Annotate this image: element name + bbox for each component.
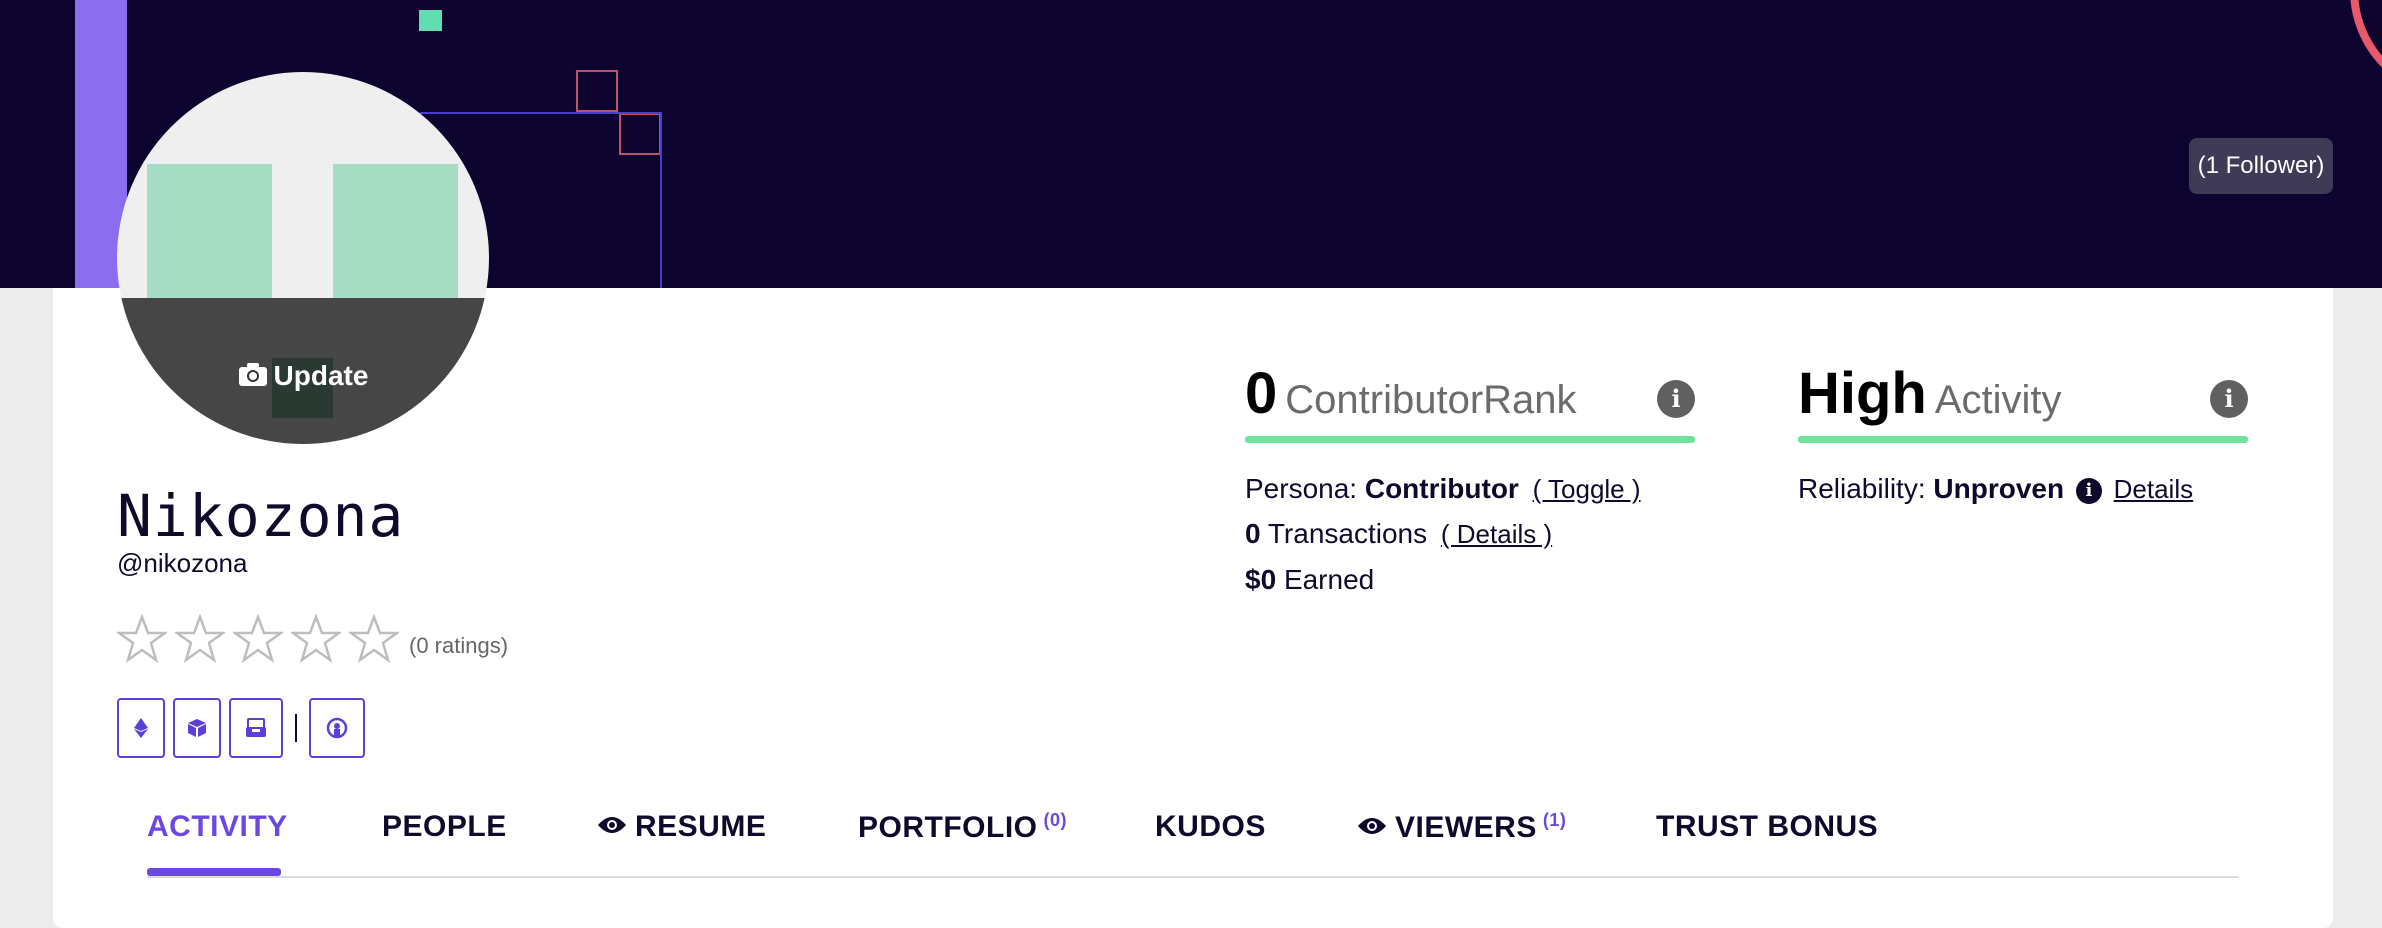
active-tab-indicator	[147, 868, 281, 876]
info-icon[interactable]: i	[1657, 380, 1695, 418]
banner-square-green	[419, 10, 442, 31]
tab-label: VIEWERS	[1395, 811, 1537, 844]
star-icon[interactable]	[175, 614, 225, 664]
inbox-button[interactable]	[229, 698, 283, 758]
avatar-pattern	[147, 164, 272, 298]
earned-row: $0 Earned	[1245, 564, 1374, 596]
tab-label: TRUST BONUS	[1656, 810, 1879, 843]
contributor-rank-bar	[1245, 436, 1695, 443]
ratings-count: (0 ratings)	[409, 633, 509, 658]
profile-handle: @nikozona	[117, 548, 248, 578]
profile-name: Nikozona	[117, 482, 405, 550]
tab-label: RESUME	[635, 810, 767, 843]
tab-label: ACTIVITY	[147, 810, 288, 843]
transactions-details-link[interactable]: ( Details )	[1441, 519, 1552, 549]
contributor-rank: 0 ContributorRank i	[1245, 360, 1695, 443]
star-icon[interactable]	[233, 614, 283, 664]
portfolio-count: (0)	[1043, 810, 1067, 830]
inbox-icon	[246, 718, 266, 737]
info-icon[interactable]: i	[2210, 380, 2248, 418]
earned-label: Earned	[1283, 564, 1375, 595]
transactions-row: 0 Transactions ( Details )	[1245, 518, 1552, 550]
star-rating[interactable]: (0 ratings)	[117, 614, 508, 664]
banner-line	[420, 112, 662, 114]
activity-level-bar	[1798, 436, 2248, 443]
divider	[295, 714, 297, 742]
persona-toggle-link[interactable]: ( Toggle )	[1533, 474, 1641, 504]
reliability-details-link[interactable]: Details	[2114, 474, 2193, 504]
camera-icon	[238, 361, 268, 394]
avatar-pattern	[272, 224, 333, 284]
tab-viewers[interactable]: VIEWERS (1)	[1357, 810, 1566, 845]
tab-label: PORTFOLIO	[858, 811, 1038, 844]
tab-activity[interactable]: ACTIVITY	[147, 810, 288, 876]
avatar[interactable]: Update	[117, 72, 489, 444]
transactions-label: Transactions	[1267, 518, 1428, 549]
follower-count-badge[interactable]: (1 Follower)	[2189, 138, 2333, 194]
activity-level-value: High	[1798, 361, 1927, 426]
eye-icon	[1357, 810, 1387, 844]
viewers-count: (1)	[1542, 810, 1567, 830]
tab-resume[interactable]: RESUME	[597, 810, 766, 844]
star-icon[interactable]	[291, 614, 341, 664]
contributor-rank-value: 0	[1245, 361, 1278, 426]
reliability-label: Reliability:	[1798, 473, 1926, 504]
banner-square-outline	[576, 70, 618, 112]
tab-kudos[interactable]: KUDOS	[1155, 810, 1266, 844]
star-icon[interactable]	[117, 614, 167, 664]
earned-value: $0	[1245, 564, 1277, 595]
profile-links	[117, 698, 365, 758]
reliability-row: Reliability: Unproven i Details	[1798, 473, 2193, 505]
banner-square-outline	[619, 113, 661, 155]
star-icon[interactable]	[349, 614, 399, 664]
activity-level-label: Activity	[1934, 378, 2062, 422]
update-label: Update	[273, 360, 369, 391]
profile-tabs: ACTIVITY PEOPLE RESUME PORTFOLIO (0) KUDO…	[147, 810, 2239, 878]
ethereum-icon	[134, 718, 148, 738]
banner-arc	[2350, 0, 2382, 100]
tab-trust-bonus[interactable]: TRUST BONUS	[1656, 810, 1878, 844]
persona-value: Contributor	[1364, 473, 1519, 504]
activity-level: High Activity i	[1798, 360, 2248, 443]
ethereum-button[interactable]	[117, 698, 165, 758]
avatar-pattern	[333, 164, 458, 298]
reliability-value: Unproven	[1933, 473, 2065, 504]
transactions-value: 0	[1245, 518, 1261, 549]
tab-portfolio[interactable]: PORTFOLIO (0)	[858, 810, 1067, 845]
info-icon[interactable]: i	[2075, 477, 2102, 504]
persona-label: Persona:	[1245, 473, 1358, 504]
update-avatar-button[interactable]: Update	[117, 360, 489, 394]
tab-label: KUDOS	[1155, 810, 1266, 843]
cube-button[interactable]	[173, 698, 221, 758]
cube-icon	[188, 719, 206, 737]
banner-line	[660, 112, 662, 288]
eye-icon	[597, 809, 627, 843]
github-button[interactable]	[309, 698, 365, 758]
github-icon	[326, 717, 348, 739]
contributor-rank-label: ContributorRank	[1285, 378, 1577, 422]
persona-row: Persona: Contributor ( Toggle )	[1245, 473, 1641, 505]
tab-label: PEOPLE	[382, 810, 507, 843]
tab-people[interactable]: PEOPLE	[382, 810, 507, 844]
